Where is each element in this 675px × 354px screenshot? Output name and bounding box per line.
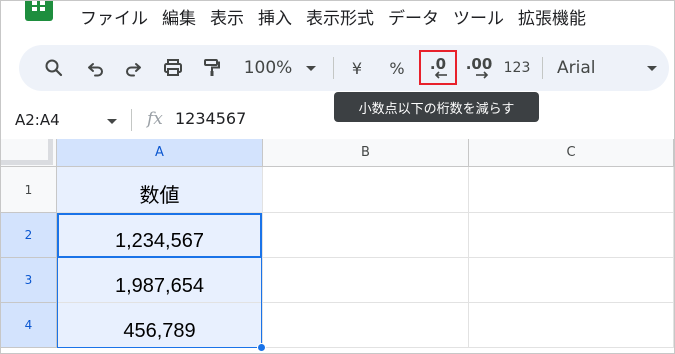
toolbar-divider xyxy=(542,57,543,79)
percent-format-button[interactable]: % xyxy=(384,45,410,91)
column-header-a[interactable]: A xyxy=(57,139,263,167)
cell-c3[interactable] xyxy=(469,258,674,303)
name-box[interactable]: A2:A4 xyxy=(15,111,125,131)
increase-decimal-button[interactable]: .00 xyxy=(461,45,497,91)
spreadsheet-window: ファイル 編集 表示 挿入 表示形式 データ ツール 拡張機能 100% ¥ %… xyxy=(0,0,675,354)
cell-c4[interactable] xyxy=(469,303,674,348)
currency-label: ¥ xyxy=(351,58,363,78)
menu-items: ファイル 編集 表示 挿入 表示形式 データ ツール 拡張機能 xyxy=(73,7,593,31)
sheets-logo-icon[interactable] xyxy=(25,1,53,21)
cell-b4[interactable] xyxy=(263,303,469,348)
menu-bar: ファイル 編集 表示 挿入 表示形式 データ ツール 拡張機能 xyxy=(1,1,674,39)
fx-icon: fx xyxy=(147,109,163,129)
toolbar: 100% ¥ % .0 .00 123 Arial xyxy=(19,45,669,91)
more-formats-button[interactable]: 123 xyxy=(501,45,533,91)
cell-a3[interactable]: 1,987,654 xyxy=(57,258,263,303)
row-header-1[interactable]: 1 xyxy=(1,167,57,213)
formula-input[interactable]: 1234567 xyxy=(175,109,246,128)
undo-icon xyxy=(88,63,103,77)
name-box-value: A2:A4 xyxy=(15,111,60,129)
more-formats-label: 123 xyxy=(503,60,531,76)
redo-icon xyxy=(126,63,141,77)
menu-view[interactable]: 表示 xyxy=(203,7,251,31)
toolbar-divider xyxy=(333,57,334,79)
menu-data[interactable]: データ xyxy=(381,7,446,31)
increase-decimal-label: .00 xyxy=(465,55,493,73)
fill-handle[interactable] xyxy=(257,343,266,352)
search-icon xyxy=(45,59,63,77)
row-header-3[interactable]: 3 xyxy=(1,258,57,303)
menu-format[interactable]: 表示形式 xyxy=(299,7,381,31)
menu-tools[interactable]: ツール xyxy=(446,7,511,31)
select-all-corner[interactable] xyxy=(1,139,57,167)
cell-a4[interactable]: 456,789 xyxy=(57,303,263,348)
print-button[interactable] xyxy=(158,45,188,91)
menu-insert[interactable]: 挿入 xyxy=(251,7,299,31)
cell-c2[interactable] xyxy=(469,213,674,258)
cell-b1[interactable] xyxy=(263,167,469,213)
menu-edit[interactable]: 編集 xyxy=(155,7,203,31)
cell-b2[interactable] xyxy=(263,213,469,258)
percent-label: % xyxy=(389,58,405,78)
column-header-c[interactable]: C xyxy=(469,139,674,167)
cell-a2[interactable]: 1,234,567 xyxy=(57,213,263,258)
font-name: Arial xyxy=(557,58,596,78)
zoom-value: 100% xyxy=(243,58,293,78)
sheet-grid: A B C 1 数値 2 1,234,567 3 1,987,654 4 456… xyxy=(1,139,674,353)
menu-file[interactable]: ファイル xyxy=(73,7,155,31)
font-select[interactable]: Arial xyxy=(557,45,657,91)
cell-c1[interactable] xyxy=(469,167,674,213)
tooltip: 小数点以下の桁数を減らす xyxy=(334,92,539,122)
cell-a1[interactable]: 数値 xyxy=(57,167,263,213)
highlight-box xyxy=(419,50,457,85)
tooltip-text: 小数点以下の桁数を減らす xyxy=(358,101,515,117)
cell-b3[interactable] xyxy=(263,258,469,303)
chevron-down-icon xyxy=(107,119,117,124)
formula-bar-divider xyxy=(131,109,132,131)
row-header-4[interactable]: 4 xyxy=(1,303,57,348)
chevron-down-icon xyxy=(647,65,657,71)
row-header-2[interactable]: 2 xyxy=(1,213,57,258)
menu-extensions[interactable]: 拡張機能 xyxy=(511,7,593,31)
zoom-select[interactable]: 100% xyxy=(237,45,323,91)
search-menus-button[interactable] xyxy=(39,45,69,91)
redo-button[interactable] xyxy=(118,45,148,91)
paint-format-icon xyxy=(204,59,220,76)
paint-format-button[interactable] xyxy=(197,45,227,91)
undo-button[interactable] xyxy=(81,45,111,91)
currency-format-button[interactable]: ¥ xyxy=(344,45,370,91)
arrow-right-icon xyxy=(476,71,489,79)
column-header-b[interactable]: B xyxy=(263,139,469,167)
print-icon xyxy=(164,59,182,76)
chevron-down-icon xyxy=(306,65,317,71)
